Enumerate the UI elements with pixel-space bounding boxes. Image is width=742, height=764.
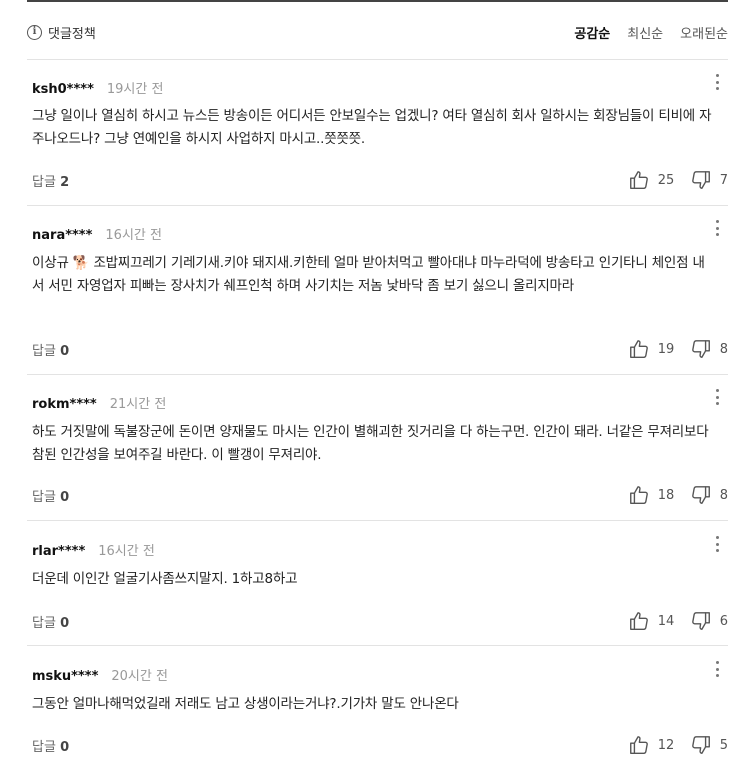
comment-time: 21시간 전: [109, 397, 167, 412]
thumbs-up-icon: [629, 340, 648, 358]
kebab-menu-icon[interactable]: [714, 74, 720, 90]
comment-footer: 답글 0 14 6: [32, 610, 728, 632]
like-button[interactable]: 14: [628, 610, 680, 632]
reply-button[interactable]: 답글 0: [32, 612, 69, 631]
sort-tabs: 공감순 최신순 오래된순: [574, 23, 728, 42]
divider: [27, 205, 728, 206]
sort-tab-oldest[interactable]: 오래된순: [680, 23, 728, 42]
comment-text: 그동안 얼마나해먹었길래 저래도 남고 상생이라는거냐?.기가차 말도 안나온다: [32, 696, 459, 712]
like-count: 14: [657, 613, 675, 629]
sort-tab-empathy[interactable]: 공감순: [574, 23, 610, 42]
comment-text: 이상규 🐕 조밥찌끄레기 기레기새.키야 돼지새.키한테 얼마 받아처먹고 빨아…: [32, 255, 705, 294]
thumbs-down-icon: [691, 612, 710, 630]
comment-text: 하도 거짓말에 독불장군에 돈이면 양재물도 마시는 인간이 별해괴한 짓거리을…: [32, 424, 709, 463]
comment-sort-bar: i 댓글정책 공감순 최신순 오래된순: [27, 20, 728, 44]
dislike-count: 8: [719, 341, 728, 357]
thumbs-up-icon: [629, 171, 648, 189]
vote-group: 12 5: [628, 734, 728, 756]
reply-button[interactable]: 답글 0: [32, 486, 69, 505]
like-button[interactable]: 12: [628, 734, 680, 756]
comment-policy-label: 댓글정책: [48, 26, 96, 42]
comment-username[interactable]: rlar****: [32, 544, 85, 559]
dislike-button[interactable]: 5: [690, 734, 728, 756]
comment-username[interactable]: ksh0****: [32, 82, 94, 97]
dislike-button[interactable]: 8: [690, 338, 728, 360]
dislike-count: 6: [719, 613, 728, 629]
like-button[interactable]: 25: [628, 169, 680, 191]
comment-header: msku**** 20시간 전: [32, 665, 168, 684]
thumbs-up-icon: [629, 486, 648, 504]
thumbs-down-icon: [691, 171, 710, 189]
divider: [27, 520, 728, 521]
kebab-menu-icon[interactable]: [714, 536, 720, 552]
divider: [27, 374, 728, 375]
comment-footer: 답글 0 18 8: [32, 484, 728, 506]
like-button[interactable]: 19: [628, 338, 680, 360]
dislike-button[interactable]: 6: [690, 610, 728, 632]
divider: [27, 645, 728, 646]
like-button[interactable]: 18: [628, 484, 680, 506]
like-count: 18: [657, 487, 675, 503]
comment-header: rokm**** 21시간 전: [32, 393, 166, 412]
thumbs-down-icon: [691, 340, 710, 358]
thumbs-down-icon: [691, 736, 710, 754]
thumbs-up-icon: [629, 736, 648, 754]
comment-time: 16시간 전: [98, 544, 155, 559]
comment-time: 19시간 전: [106, 82, 164, 97]
comment-text: 그냥 일이나 열심히 하시고 뉴스든 방송이든 어디서든 안보일수는 업겠니? …: [32, 108, 712, 147]
vote-group: 14 6: [628, 610, 728, 632]
comment-header: nara**** 16시간 전: [32, 224, 162, 243]
comment-username[interactable]: msku****: [32, 669, 98, 684]
comment-footer: 답글 0 12 5: [32, 734, 728, 756]
divider: [27, 59, 728, 60]
reply-button[interactable]: 답글 2: [32, 171, 69, 190]
comment-footer: 답글 0 19 8: [32, 338, 728, 360]
comment-footer: 답글 2 25 7: [32, 169, 728, 191]
vote-group: 25 7: [628, 169, 728, 191]
like-count: 12: [657, 737, 675, 753]
comment-username[interactable]: nara****: [32, 228, 92, 243]
comment-header: ksh0**** 19시간 전: [32, 78, 163, 97]
like-count: 19: [657, 341, 675, 357]
kebab-menu-icon[interactable]: [714, 389, 720, 405]
comment-username[interactable]: rokm****: [32, 397, 97, 412]
comment-time: 16시간 전: [105, 228, 162, 243]
sort-tab-latest[interactable]: 최신순: [627, 23, 663, 42]
reply-button[interactable]: 답글 0: [32, 340, 69, 359]
info-icon: i: [27, 24, 42, 40]
thumbs-up-icon: [629, 612, 648, 630]
comment-time: 20시간 전: [111, 669, 168, 684]
dislike-count: 8: [719, 487, 728, 503]
kebab-menu-icon[interactable]: [714, 220, 720, 236]
dislike-button[interactable]: 7: [690, 169, 728, 191]
kebab-menu-icon[interactable]: [714, 661, 720, 677]
dislike-button[interactable]: 8: [690, 484, 728, 506]
vote-group: 19 8: [628, 338, 728, 360]
dislike-count: 5: [719, 737, 728, 753]
thumbs-down-icon: [691, 486, 710, 504]
comment-text: 더운데 이인간 얼굴기사좀쓰지말지. 1하고8하고: [32, 571, 298, 587]
comment-header: rlar**** 16시간 전: [32, 540, 155, 559]
reply-button[interactable]: 답글 0: [32, 736, 69, 755]
like-count: 25: [657, 172, 675, 188]
vote-group: 18 8: [628, 484, 728, 506]
comment-policy-link[interactable]: i 댓글정책: [27, 23, 96, 42]
top-border: [27, 0, 728, 2]
dislike-count: 7: [719, 172, 728, 188]
